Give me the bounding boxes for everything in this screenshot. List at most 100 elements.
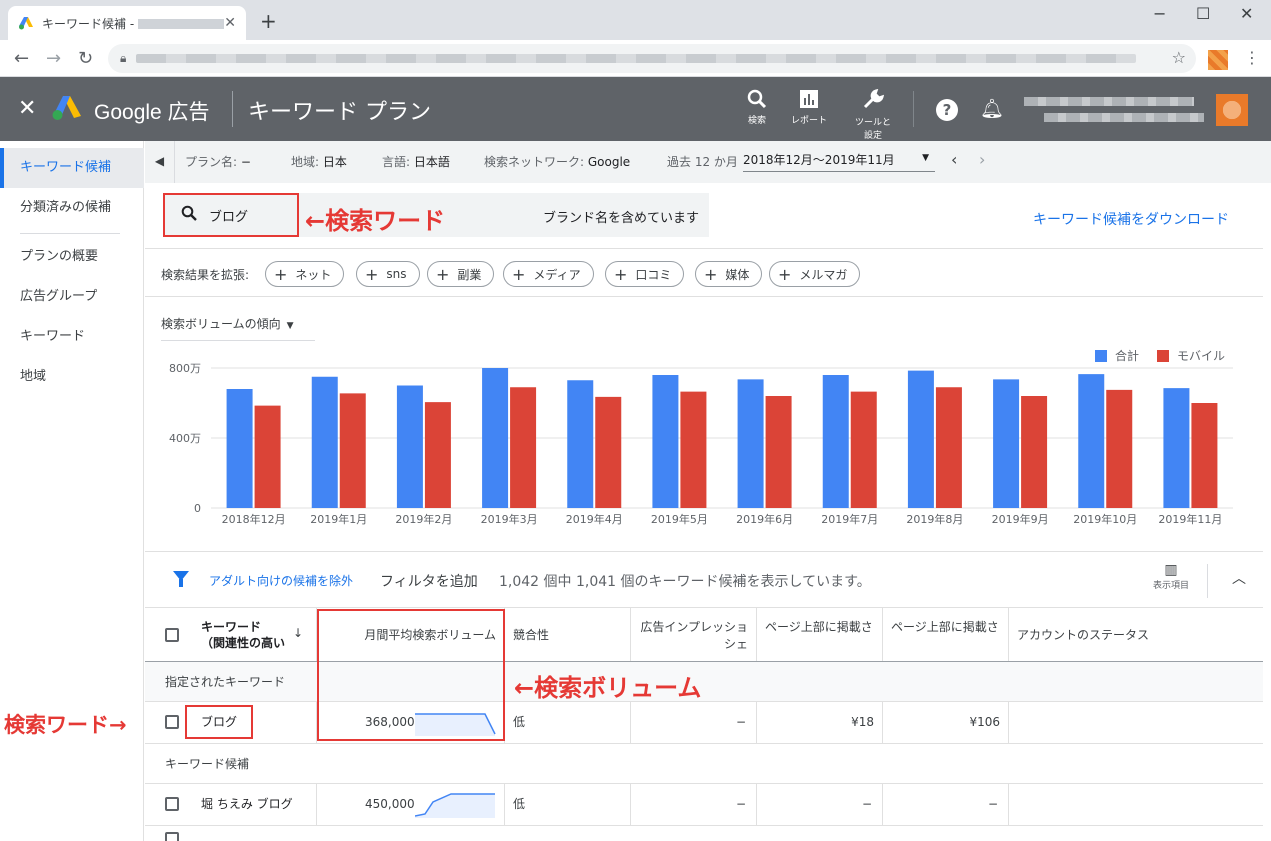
- extension-icon[interactable]: [1208, 50, 1228, 70]
- chip-sns[interactable]: + sns: [356, 261, 420, 287]
- collapse-sidebar-icon[interactable]: ◀: [145, 141, 175, 183]
- row-checkbox[interactable]: [165, 797, 179, 811]
- header-keyword[interactable]: キーワード （関連性の高い ↓: [145, 608, 317, 661]
- bar-mobile: [1106, 389, 1133, 508]
- bar-total: [1078, 374, 1105, 508]
- tools-settings-button[interactable]: ツールと 設定: [848, 88, 898, 141]
- reload-icon[interactable]: ↻: [78, 48, 93, 69]
- chart-metric-dropdown[interactable]: 検索ボリュームの傾向 ▼: [161, 315, 315, 341]
- close-window-button[interactable]: ✕: [1240, 4, 1253, 23]
- header-top-bid-low[interactable]: ページ上部に掲載さ: [757, 608, 883, 661]
- wrench-icon: [848, 88, 898, 115]
- chip-mail-magazine[interactable]: + メルマガ: [769, 261, 861, 287]
- section-specified-keywords: 指定されたキーワード: [145, 662, 1263, 702]
- google-ads-logo-icon: [52, 96, 81, 120]
- bar-total: [907, 370, 934, 508]
- table-row[interactable]: 堀 ちえみ ブログ 450,000 低 − − −: [145, 784, 1263, 826]
- chip-net[interactable]: + ネット: [265, 261, 345, 287]
- section-keyword-ideas: キーワード候補: [145, 744, 1263, 784]
- sidebar-item-grouped-ideas[interactable]: 分類済みの候補: [0, 188, 144, 228]
- browser-menu-icon[interactable]: ⋮: [1244, 48, 1260, 67]
- sidebar-item-locations[interactable]: 地域: [0, 357, 144, 397]
- header-top-bid-high[interactable]: ページ上部に掲載さ: [883, 608, 1009, 661]
- brand-inclusion-toggle[interactable]: ブランド名を含めています: [543, 207, 699, 226]
- legend-swatch-mobile: [1157, 349, 1169, 362]
- table-header-row: キーワード （関連性の高い ↓ 月間平均検索ボリューム 競合性 広告インプレッシ…: [145, 608, 1263, 662]
- minimize-button[interactable]: −: [1153, 4, 1166, 23]
- columns-button[interactable]: ▥ 表示項目: [1149, 562, 1193, 591]
- keyword-search-panel: ブログ ブランド名を含めています ←検索ワード キーワード候補をダウンロード: [145, 183, 1263, 249]
- sidebar-item-ad-groups[interactable]: 広告グループ: [0, 277, 144, 317]
- x-tick-label: 2018年12月: [222, 512, 286, 526]
- impression-cell: −: [631, 702, 757, 743]
- keyword-search-input[interactable]: ブログ: [163, 193, 299, 237]
- add-filter-button[interactable]: フィルタを追加: [380, 571, 478, 591]
- header-competition[interactable]: 競合性: [505, 608, 631, 661]
- plan-region[interactable]: 地域: 日本: [291, 153, 347, 170]
- bar-mobile: [680, 391, 707, 508]
- search-button[interactable]: 検索: [732, 89, 782, 126]
- notification-bell-icon[interactable]: 🔔︎: [980, 97, 1004, 120]
- date-range-select[interactable]: 2018年12月～2019年11月 ▼: [743, 151, 935, 172]
- x-tick-label: 2019年8月: [906, 512, 963, 526]
- previous-period-icon[interactable]: ‹: [951, 150, 957, 169]
- sidebar-item-plan-overview[interactable]: プランの概要: [0, 237, 144, 277]
- header-impression-share[interactable]: 広告インプレッショ シェ: [631, 608, 757, 661]
- table-row-partial[interactable]: [145, 826, 1263, 841]
- forward-arrow-icon[interactable]: →: [46, 48, 61, 69]
- chip-media[interactable]: + メディア: [503, 261, 594, 287]
- x-tick-label: 2019年11月: [1158, 512, 1222, 526]
- back-arrow-icon[interactable]: ←: [14, 48, 29, 69]
- collapse-table-chevron-icon[interactable]: ︿: [1232, 568, 1246, 588]
- avatar[interactable]: [1216, 94, 1248, 126]
- sidebar-item-keywords[interactable]: キーワード: [0, 317, 144, 357]
- exclude-adult-filter[interactable]: アダルト向けの候補を除外: [209, 572, 353, 589]
- help-icon[interactable]: ?: [936, 99, 958, 121]
- header-divider-2: [913, 91, 914, 127]
- select-all-checkbox[interactable]: [165, 628, 179, 642]
- legend-item-mobile: モバイル: [1157, 347, 1225, 364]
- sort-arrow-icon[interactable]: ↓: [293, 626, 303, 640]
- plus-icon: +: [274, 264, 288, 284]
- url-omnibox[interactable]: 🔒︎ ☆: [108, 44, 1196, 73]
- chip-medium[interactable]: + 媒体: [695, 261, 763, 287]
- bar-total: [652, 375, 679, 508]
- bookmark-star-icon[interactable]: ☆: [1172, 48, 1186, 67]
- chip-review[interactable]: + 口コミ: [605, 261, 685, 287]
- row-checkbox[interactable]: [165, 715, 179, 729]
- tab-close-icon[interactable]: ✕: [224, 15, 236, 31]
- google-ads-favicon-icon: [19, 17, 33, 30]
- header-account-status[interactable]: アカウントのステータス: [1009, 608, 1263, 661]
- sidebar-item-keyword-ideas[interactable]: キーワード候補: [0, 148, 144, 188]
- annotation-volume-box: [317, 609, 505, 741]
- new-tab-button[interactable]: +: [260, 9, 277, 33]
- plus-icon: +: [436, 264, 450, 284]
- download-ideas-link[interactable]: キーワード候補をダウンロード: [1033, 209, 1229, 229]
- bar-mobile: [424, 402, 451, 508]
- status-cell: [1009, 702, 1263, 743]
- bar-mobile: [935, 387, 962, 508]
- reports-button[interactable]: レポート: [784, 89, 834, 126]
- next-period-icon[interactable]: ›: [979, 150, 985, 169]
- plan-network[interactable]: 検索ネットワーク: Google: [484, 153, 630, 170]
- search-volume-chart-panel: 0 400万 800万 2018年12月 2019年1月 2019年2月 2019年3月 20…: [145, 297, 1263, 552]
- browser-tab[interactable]: キーワード候補 - ✕: [8, 6, 246, 40]
- bar-total: [993, 379, 1020, 508]
- high-bid-cell: ¥106: [883, 702, 1009, 743]
- keyword-table-panel: アダルト向けの候補を除外 フィルタを追加 1,042 個中 1,041 個のキー…: [145, 552, 1263, 841]
- bar-total: [1163, 388, 1190, 508]
- period-label: 過去 12 か月: [667, 155, 738, 169]
- table-row[interactable]: ブログ 368,000 低 − ¥18 ¥106: [145, 702, 1263, 744]
- refine-chips-row: 検索結果を拡張: + ネット + sns + 副業 + メディア + 口コミ + 媒体 + メ…: [145, 249, 1263, 297]
- plan-language[interactable]: 言語: 日本語: [382, 153, 450, 170]
- close-icon[interactable]: ✕: [18, 96, 36, 121]
- account-name-blurred: [1024, 97, 1194, 106]
- competition-cell: 低: [505, 784, 631, 825]
- chip-side-job[interactable]: + 副業: [427, 261, 495, 287]
- search-icon: [181, 205, 197, 225]
- row-checkbox[interactable]: [165, 832, 179, 841]
- keyword-text: 堀 ちえみ ブログ: [201, 797, 293, 811]
- maximize-button[interactable]: ☐: [1196, 4, 1210, 23]
- bar-mobile: [510, 387, 537, 508]
- x-tick-label: 2019年1月: [310, 512, 367, 526]
